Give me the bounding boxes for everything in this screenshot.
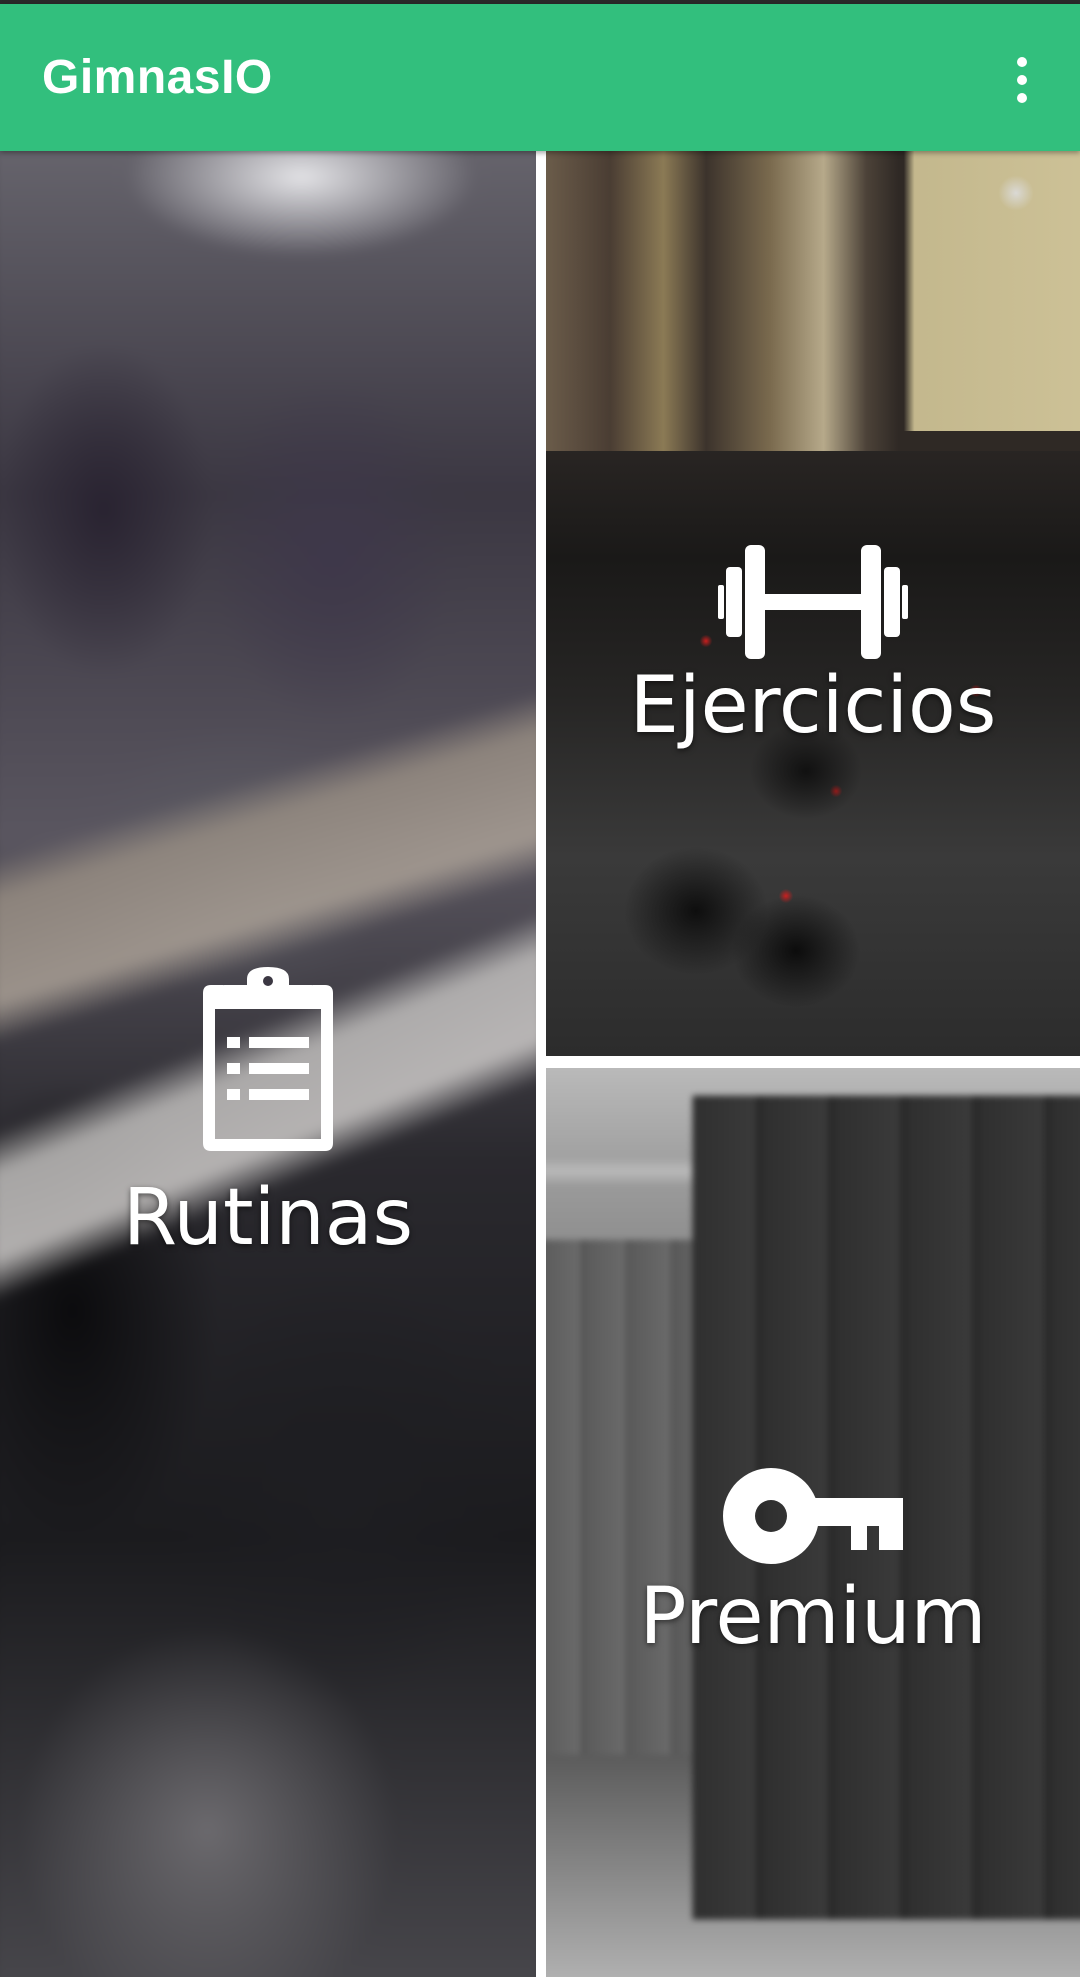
app-bar: GimnasIO bbox=[0, 4, 1080, 151]
clipboard-list-icon bbox=[193, 963, 343, 1153]
app-title: GimnasIO bbox=[42, 51, 273, 104]
dumbbell-icon bbox=[718, 541, 908, 663]
more-vert-icon[interactable] bbox=[1000, 48, 1044, 112]
menu-dot bbox=[1017, 57, 1027, 67]
tile-content: Rutinas bbox=[0, 963, 536, 1257]
tile-label-rutinas: Rutinas bbox=[122, 1173, 414, 1263]
tile-premium[interactable]: Premium bbox=[546, 1068, 1080, 1977]
tile-content: Premium bbox=[546, 1468, 1080, 1656]
tile-label-premium: Premium bbox=[639, 1572, 987, 1662]
tile-ejercicios[interactable]: Ejercicios bbox=[546, 151, 1080, 1056]
menu-dot bbox=[1017, 75, 1027, 85]
tile-rutinas[interactable]: Rutinas bbox=[0, 151, 536, 1977]
tile-content: Ejercicios bbox=[546, 541, 1080, 745]
tile-label-ejercicios: Ejercicios bbox=[629, 661, 997, 751]
menu-dot bbox=[1017, 93, 1027, 103]
key-icon bbox=[723, 1468, 903, 1564]
